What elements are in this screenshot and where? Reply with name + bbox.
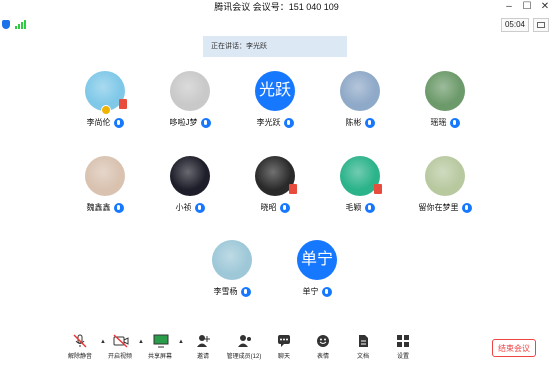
manage-members-button[interactable]: 管理成员(12) <box>224 330 264 362</box>
avatar <box>340 156 382 196</box>
mic-status-icon <box>321 286 332 297</box>
participant-tile[interactable]: 李雪杨 <box>192 240 272 298</box>
settings-grid-icon <box>396 334 410 348</box>
mic-status-icon <box>200 117 211 128</box>
avatar <box>212 240 252 280</box>
host-badge-icon <box>101 105 111 115</box>
participant-name: 李雪杨 <box>192 286 272 298</box>
avatar <box>425 156 465 196</box>
meeting-timer: 05:04 <box>500 18 529 32</box>
document-icon <box>356 334 370 348</box>
avatar <box>170 156 210 196</box>
emoji-button[interactable]: 表情 <box>303 330 343 362</box>
participant-tile[interactable]: 小祯 <box>150 156 230 214</box>
participant-name: 陈彬 <box>320 117 400 129</box>
mic-muted-icon <box>73 334 87 348</box>
device-badge-icon <box>374 184 382 194</box>
participant-tile[interactable]: 李尚伦 <box>65 71 145 129</box>
device-badge-icon <box>289 184 297 194</box>
status-bar: 05:04 <box>0 17 553 32</box>
close-icon[interactable]: ✕ <box>538 0 552 14</box>
mic-status-icon <box>113 117 124 128</box>
avatar <box>85 156 125 196</box>
mic-status-icon <box>364 117 375 128</box>
avatar <box>255 156 297 196</box>
mic-status-icon <box>194 202 205 213</box>
participant-tile[interactable]: 单宁 单宁 <box>277 240 357 298</box>
participant-tile[interactable]: 留你在梦里 <box>405 156 485 214</box>
participant-name-label: 毛颖 <box>345 203 362 212</box>
avatar <box>170 71 210 111</box>
avatar <box>425 71 465 111</box>
participant-tile[interactable]: 陈彬 <box>320 71 400 129</box>
participant-name: 哆啦J梦 <box>150 117 230 129</box>
avatar <box>340 71 380 111</box>
participant-name-label: 瑶瑶 <box>430 118 447 127</box>
share-screen-icon <box>153 334 169 348</box>
settings-button[interactable]: 设置 <box>383 330 423 362</box>
participant-name: 单宁 <box>277 286 357 298</box>
mic-status-icon <box>364 202 375 213</box>
window-title: 腾讯会议 会议号：151 040 109 <box>214 2 339 12</box>
participant-name-label: 陈彬 <box>345 118 362 127</box>
mic-status-icon <box>461 202 472 213</box>
mic-status-icon <box>283 117 294 128</box>
participant-name-label: 小祯 <box>175 203 192 212</box>
share-screen-button[interactable]: 共享屏幕 <box>140 330 180 362</box>
participant-tile[interactable]: 魏鑫鑫 <box>65 156 145 214</box>
participant-name-label: 留你在梦里 <box>418 203 459 212</box>
avatar <box>85 71 127 115</box>
emoji-icon <box>316 334 330 348</box>
participant-tile[interactable]: 哆啦J梦 <box>150 71 230 129</box>
chat-icon <box>277 334 291 348</box>
invite-button[interactable]: 邀请 <box>183 330 223 362</box>
members-icon <box>237 334 251 348</box>
minimize-icon[interactable]: – <box>502 0 516 14</box>
add-user-icon <box>196 334 210 348</box>
participant-name-label: 单宁 <box>302 287 319 296</box>
participant-name: 留你在梦里 <box>405 202 485 214</box>
network-signal-icon[interactable] <box>15 20 27 29</box>
participant-name-label: 李光跃 <box>256 118 281 127</box>
participant-tile[interactable]: 晓昭 <box>235 156 315 214</box>
participant-tile[interactable]: 光跃 李光跃 <box>235 71 315 129</box>
mic-status-icon <box>449 117 460 128</box>
participant-name: 瑶瑶 <box>405 117 485 129</box>
participant-name-label: 魏鑫鑫 <box>86 203 111 212</box>
participant-name: 李尚伦 <box>65 117 145 129</box>
participant-name-label: 哆啦J梦 <box>169 118 198 127</box>
layout-toggle-icon[interactable] <box>533 18 549 32</box>
participant-tile[interactable]: 毛颖 <box>320 156 400 214</box>
device-badge-icon <box>119 99 127 109</box>
participant-name: 毛颖 <box>320 202 400 214</box>
participant-name-label: 李雪杨 <box>213 287 238 296</box>
participant-name: 小祯 <box>150 202 230 214</box>
maximize-icon[interactable]: ☐ <box>520 0 534 14</box>
camera-off-icon <box>113 334 129 348</box>
meeting-toolbar: 解除静音 ▲ 开启视频 ▲ 共享屏幕 ▲ 邀请 管理成员(12) 聊天 表情 文… <box>0 330 553 365</box>
chat-button[interactable]: 聊天 <box>264 330 304 362</box>
avatar: 单宁 <box>297 240 337 280</box>
security-shield-icon[interactable] <box>2 20 10 29</box>
documents-button[interactable]: 文档 <box>343 330 383 362</box>
participant-name-label: 晓昭 <box>260 203 277 212</box>
end-meeting-button[interactable]: 结束会议 <box>492 339 536 357</box>
mic-status-icon <box>240 286 251 297</box>
speaking-indicator: 正在讲话：李光跃 <box>203 36 347 57</box>
participant-name: 晓昭 <box>235 202 315 214</box>
participant-name-label: 李尚伦 <box>86 118 111 127</box>
participant-tile[interactable]: 瑶瑶 <box>405 71 485 129</box>
avatar: 光跃 <box>255 71 295 111</box>
participant-name: 李光跃 <box>235 117 315 129</box>
unmute-button[interactable]: 解除静音 <box>60 330 100 362</box>
start-video-button[interactable]: 开启视频 <box>100 330 140 362</box>
mic-status-icon <box>113 202 124 213</box>
mic-status-icon <box>279 202 290 213</box>
participant-name: 魏鑫鑫 <box>65 202 145 214</box>
